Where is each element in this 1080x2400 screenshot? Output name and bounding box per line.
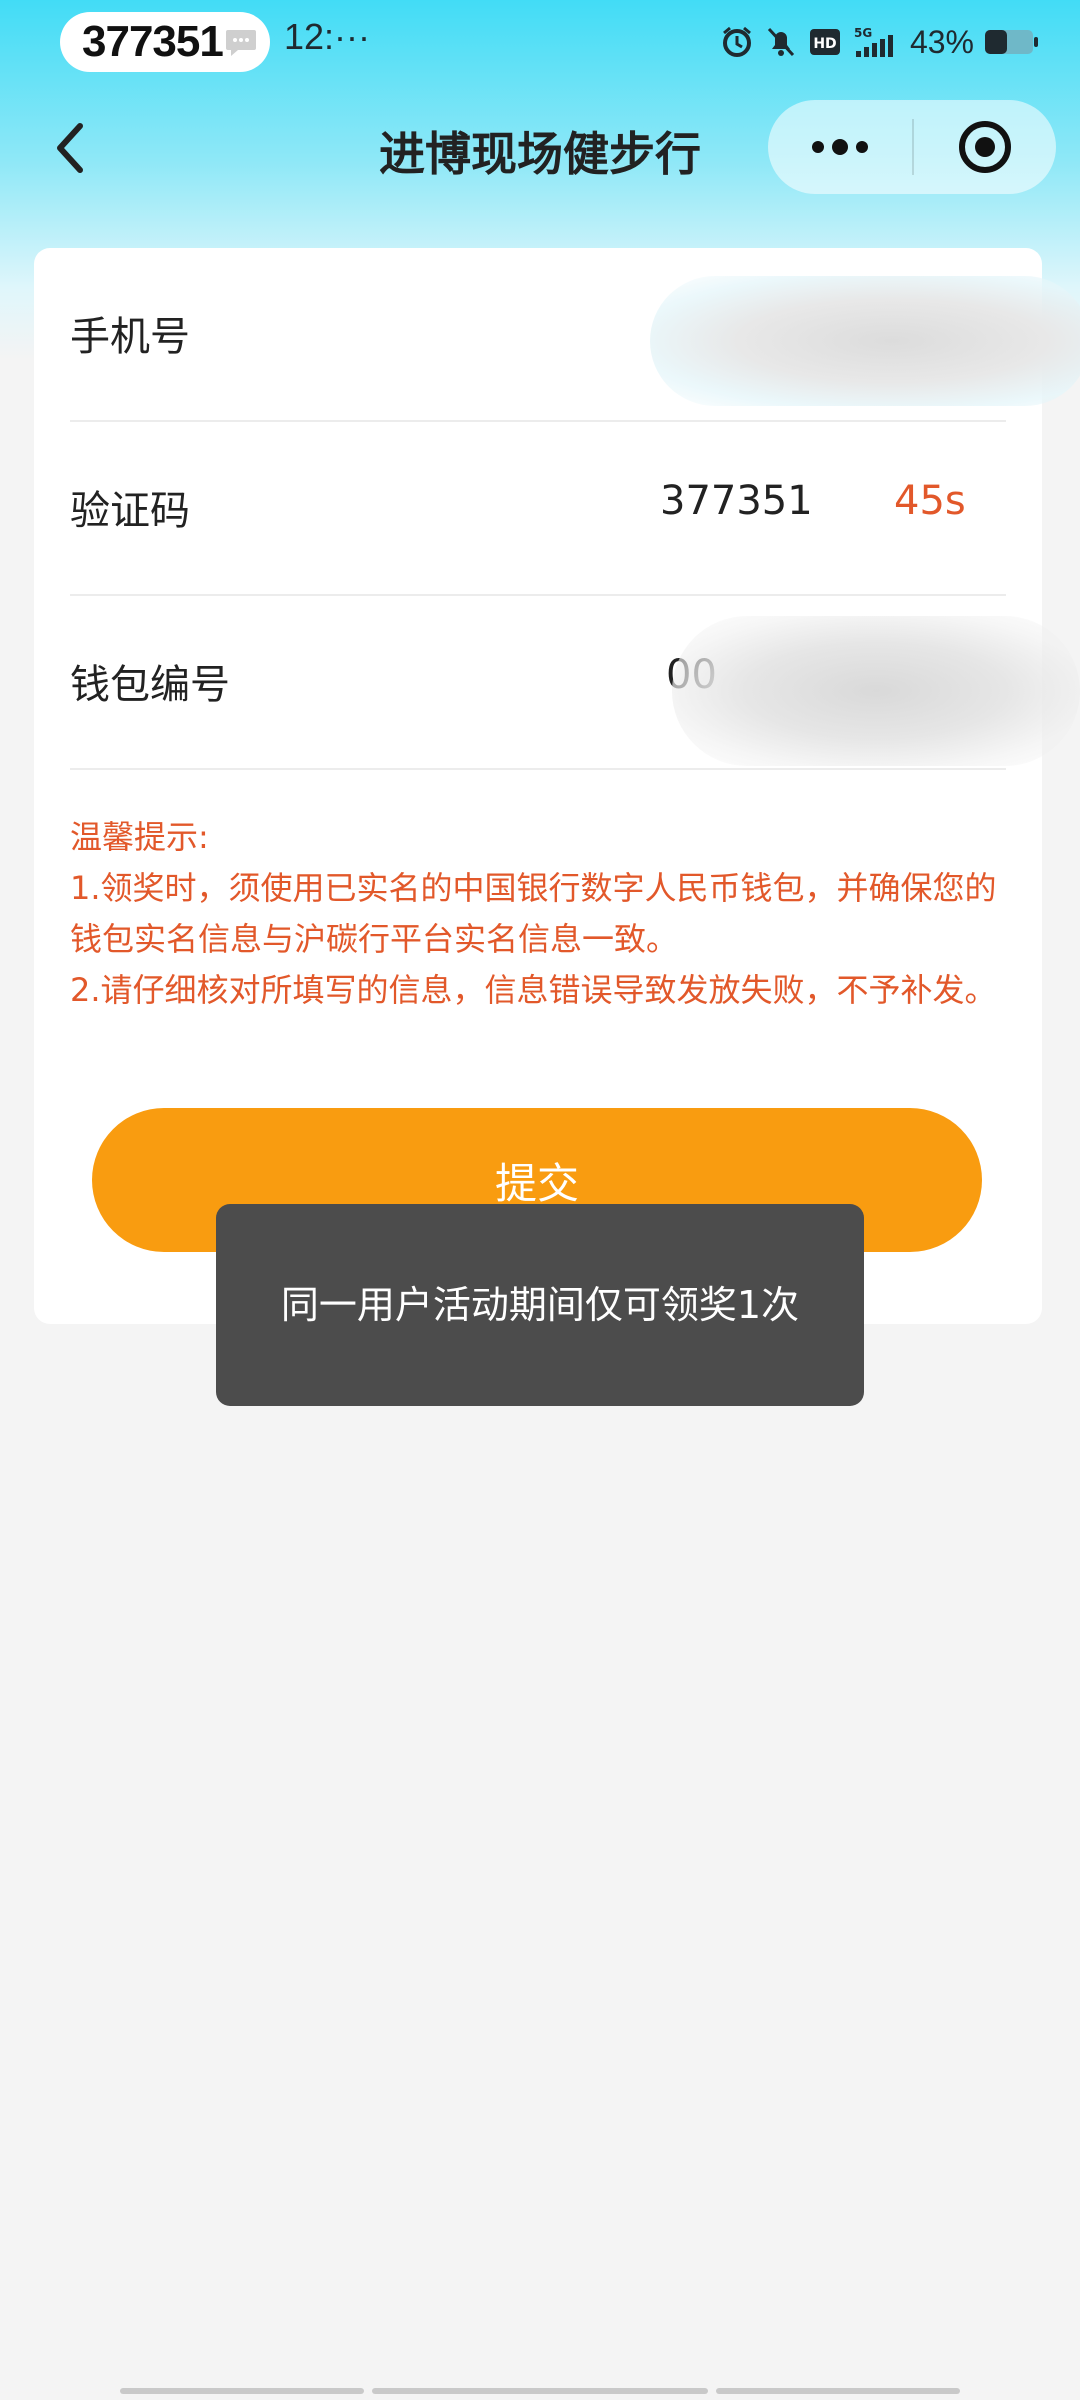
toast-text: 同一用户活动期间仅可领奖1次 (280, 1283, 800, 1327)
alarm-icon (722, 26, 751, 57)
battery-percent: 43% (909, 23, 974, 60)
mute-icon (767, 27, 795, 57)
home-indicator-right (716, 2388, 960, 2394)
code-label: 验证码 (70, 488, 190, 534)
tips-title: 温馨提示: (70, 818, 209, 856)
message-icon (226, 30, 256, 56)
redacted-wallet-overlay (672, 616, 1080, 766)
page: 377351 12:··· HD 5G 43% 进博现场健步行 手机号 验证码 … (0, 0, 1080, 2400)
svg-text:5G: 5G (854, 26, 872, 40)
code-row: 验证码 377351 45s (70, 422, 1006, 596)
wallet-label: 钱包编号 (70, 662, 230, 708)
form-card: 手机号 验证码 377351 45s 钱包编号 00 温馨提示: 1.领奖时，须… (34, 248, 1042, 1324)
status-icons: HD 5G 43% (720, 18, 1040, 66)
code-input[interactable]: 377351 (660, 478, 813, 524)
tips-line-2: 2.请仔细核对所填写的信息，信息错误导致发放失败，不予补发。 (70, 971, 997, 1009)
verification-code-notification[interactable]: 377351 (60, 12, 270, 72)
home-indicator-center[interactable] (372, 2388, 708, 2394)
battery-icon (985, 30, 1038, 54)
mini-program-capsule (768, 100, 1056, 194)
phone-label: 手机号 (70, 314, 190, 360)
status-time: 12:··· (284, 16, 371, 57)
svg-text:HD: HD (813, 36, 836, 52)
close-target-icon (959, 121, 1011, 173)
status-bar: 377351 12:··· HD 5G 43% (0, 0, 1080, 86)
more-button[interactable] (768, 100, 912, 194)
tips-line-1: 1.领奖时，须使用已实名的中国银行数字人民币钱包，并确保您的钱包实名信息与沪碳行… (70, 869, 997, 958)
more-icon (812, 139, 868, 155)
5g-signal-icon: 5G (854, 26, 893, 57)
hd-icon: HD (809, 29, 840, 55)
code-countdown: 45s (894, 478, 966, 524)
notification-code: 377351 (82, 17, 224, 66)
redacted-phone-overlay (650, 276, 1080, 406)
home-indicator-left (120, 2388, 364, 2394)
close-button[interactable] (914, 100, 1056, 194)
tips-block: 温馨提示: 1.领奖时，须使用已实名的中国银行数字人民币钱包，并确保您的钱包实名… (70, 812, 1006, 1016)
toast-message: 同一用户活动期间仅可领奖1次 (216, 1204, 864, 1406)
